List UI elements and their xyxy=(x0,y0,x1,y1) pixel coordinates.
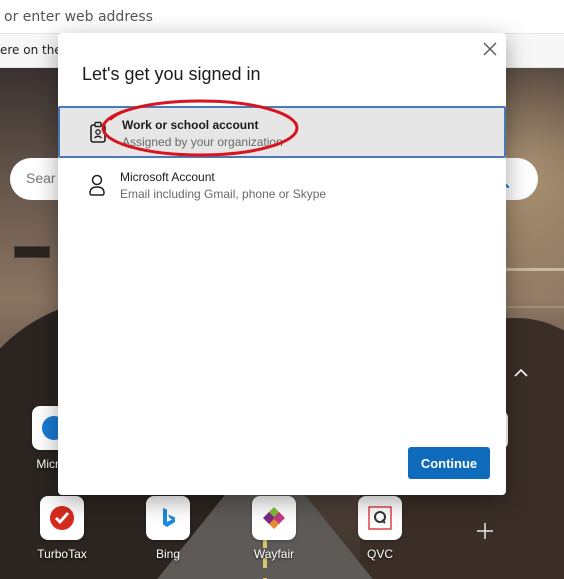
turbotax-icon xyxy=(50,506,74,530)
add-shortcut-icon[interactable] xyxy=(474,520,496,542)
quick-link-label: Bing xyxy=(155,547,181,561)
bing-icon xyxy=(163,508,175,527)
address-placeholder: or enter web address xyxy=(4,9,153,25)
chevron-up-icon[interactable] xyxy=(512,366,530,380)
option-subtitle: Email including Gmail, phone or Skype xyxy=(120,187,327,201)
web-search-placeholder: Sear xyxy=(26,170,56,186)
continue-button[interactable]: Continue xyxy=(408,447,490,479)
option-title: Microsoft Account xyxy=(120,170,215,184)
quick-link-qvc[interactable]: QVC xyxy=(340,496,420,561)
quick-link-label: TurboTax xyxy=(37,547,87,561)
quick-link-qvc-box xyxy=(358,496,402,540)
option-subtitle: Assigned by your organization xyxy=(122,135,283,149)
quick-link-label: Wayfair xyxy=(253,547,295,561)
bridge xyxy=(496,268,564,308)
option-microsoft-account[interactable]: Microsoft Account Email including Gmail,… xyxy=(58,160,506,212)
quick-link-bing[interactable]: Bing xyxy=(128,496,208,561)
quick-link-wayfair[interactable]: Wayfair xyxy=(234,496,314,561)
quick-link-turbotax[interactable]: TurboTax xyxy=(22,496,102,561)
qvc-icon xyxy=(368,506,392,530)
address-bar[interactable]: or enter web address xyxy=(0,0,564,34)
quick-link-bing-box xyxy=(146,496,190,540)
quick-link-label: QVC xyxy=(366,547,393,561)
close-icon[interactable] xyxy=(482,41,498,57)
option-title: Work or school account xyxy=(122,118,259,132)
person-icon xyxy=(89,174,105,196)
dialog-title: Let's get you signed in xyxy=(82,64,261,84)
sign-in-dialog: Let's get you signed in Work or school a… xyxy=(58,33,506,495)
quick-link-wayfair-box xyxy=(252,496,296,540)
quick-link-turbotax-box xyxy=(40,496,84,540)
wayfair-icon xyxy=(263,507,285,529)
road-sign xyxy=(14,246,50,258)
briefcase-badge-icon xyxy=(90,121,106,143)
option-work-school-account[interactable]: Work or school account Assigned by your … xyxy=(58,106,506,158)
